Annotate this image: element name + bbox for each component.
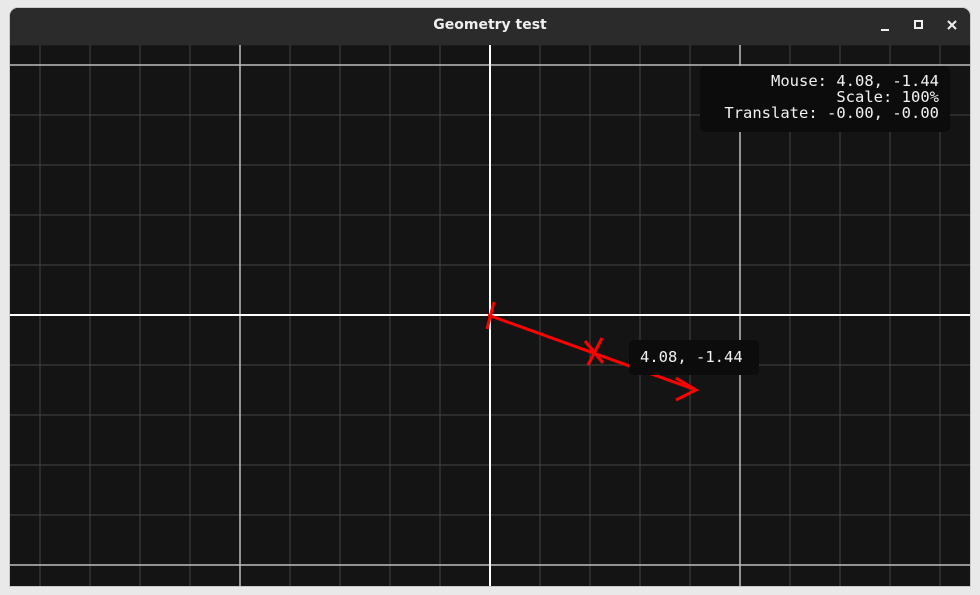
translate-readout: Translate: -0.00, -0.00: [724, 104, 939, 122]
minimize-button[interactable]: [873, 14, 897, 38]
cursor-coordinate-tooltip: 4.08, -1.44: [629, 340, 759, 375]
title-bar[interactable]: Geometry test: [10, 8, 970, 46]
close-icon: [947, 20, 957, 30]
mouse-readout: Mouse: 4.08, -1.44: [771, 72, 939, 90]
cursor-coordinate-label: 4.08, -1.44: [640, 348, 743, 366]
app-window: Geometry test Mouse: 4.08, -1.44 Scale: …: [10, 8, 970, 586]
info-overlay: Mouse: 4.08, -1.44 Scale: 100% Translate…: [700, 66, 950, 132]
maximize-icon: [914, 20, 923, 29]
geometry-canvas[interactable]: Mouse: 4.08, -1.44 Scale: 100% Translate…: [10, 45, 970, 586]
window-title: Geometry test: [433, 17, 547, 33]
minimize-icon: [881, 29, 889, 31]
arrow-head: [675, 376, 700, 402]
close-button[interactable]: [940, 14, 964, 38]
scale-readout: Scale: 100%: [836, 88, 939, 106]
maximize-button[interactable]: [907, 14, 931, 38]
